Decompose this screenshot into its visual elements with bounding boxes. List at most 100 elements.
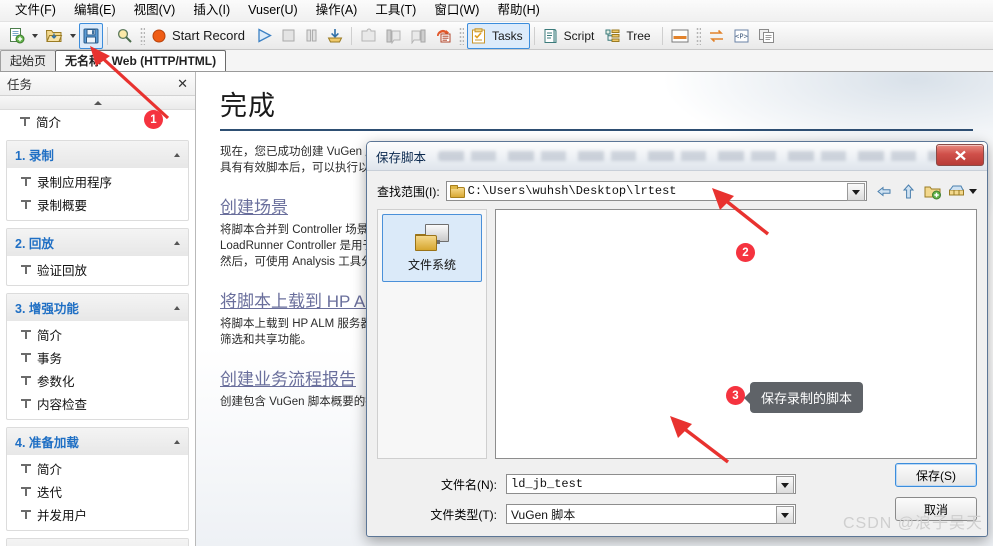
chevron-up-icon[interactable] bbox=[174, 152, 180, 157]
parameter-tag-icon: <P> bbox=[734, 29, 749, 42]
pin-icon bbox=[21, 463, 31, 474]
place-file-system[interactable]: 文件系统 bbox=[382, 214, 482, 282]
back-button[interactable] bbox=[876, 183, 893, 200]
create-new-folder-button[interactable] bbox=[924, 183, 941, 200]
sidebar-item-concurrent-users[interactable]: 并发用户 bbox=[7, 503, 188, 526]
sidebar-item-label: 并发用户 bbox=[37, 509, 88, 523]
task-group-header[interactable]: 3. 增强功能 bbox=[7, 294, 188, 321]
menu-window[interactable]: 窗口(W) bbox=[425, 1, 488, 20]
split-view-button[interactable] bbox=[667, 23, 693, 49]
open-script-dropdown-icon[interactable] bbox=[70, 33, 76, 38]
copy-snapshot-button[interactable] bbox=[754, 23, 779, 49]
tab-start-page[interactable]: 起始页 bbox=[0, 50, 57, 71]
tree-icon bbox=[605, 28, 620, 44]
look-in-dropdown-button[interactable] bbox=[847, 183, 865, 201]
tree-view-button[interactable]: Tree bbox=[601, 23, 657, 49]
sidebar-item-record-app[interactable]: 录制应用程序 bbox=[7, 170, 188, 193]
menu-edit[interactable]: 编辑(E) bbox=[65, 1, 125, 20]
pin-icon bbox=[21, 375, 31, 386]
dialog-nav-icons bbox=[876, 183, 977, 200]
filetype-label: 文件类型(T): bbox=[430, 507, 497, 522]
task-group-header[interactable]: 1. 录制 bbox=[7, 141, 188, 168]
toolbar-separator-4 bbox=[661, 26, 663, 45]
runtime-settings-icon bbox=[436, 29, 451, 42]
new-script-button[interactable] bbox=[4, 23, 29, 49]
toolbar-separator-2 bbox=[350, 26, 352, 45]
menu-help[interactable]: 帮助(H) bbox=[488, 1, 548, 20]
file-list[interactable] bbox=[495, 209, 977, 459]
sidebar-item-content-check[interactable]: 内容检查 bbox=[7, 392, 188, 415]
sidebar-item-prepare-intro[interactable]: 简介 bbox=[7, 457, 188, 480]
toolbar-grip-2[interactable] bbox=[458, 26, 464, 45]
view-menu-chevron-down-icon[interactable] bbox=[969, 188, 977, 194]
dialog-close-button[interactable] bbox=[936, 144, 984, 166]
tasks-view-button[interactable]: Tasks bbox=[466, 22, 530, 49]
swap-button[interactable] bbox=[704, 23, 729, 49]
chevron-up-icon[interactable] bbox=[174, 439, 180, 444]
tab-untitled-web[interactable]: 无名称 - Web (HTTP/HTML) bbox=[55, 50, 227, 71]
sidebar-item-iteration[interactable]: 迭代 bbox=[7, 480, 188, 503]
task-group-prepare-load: 4. 准备加载 简介 迭代 并发用户 bbox=[6, 427, 189, 531]
save-script-button[interactable] bbox=[79, 22, 103, 49]
filename-value: ld_jb_test bbox=[511, 477, 584, 491]
sidebar-item-parameterization[interactable]: 参数化 bbox=[7, 369, 188, 392]
pause-button[interactable] bbox=[300, 23, 323, 49]
menu-view[interactable]: 视图(V) bbox=[125, 1, 185, 20]
up-one-level-button[interactable] bbox=[900, 183, 917, 200]
insert-transaction-button[interactable] bbox=[406, 23, 431, 49]
script-view-button[interactable]: Script bbox=[539, 23, 602, 49]
insert-rendezvous-button[interactable] bbox=[381, 23, 406, 49]
folder-body-shape bbox=[415, 234, 437, 251]
menu-file[interactable]: 文件(F) bbox=[6, 1, 65, 20]
filetype-dropdown-button[interactable] bbox=[776, 506, 794, 524]
runtime-settings-button[interactable] bbox=[431, 23, 456, 49]
start-record-button[interactable]: Start Record bbox=[148, 23, 252, 49]
sidebar-item-label: 迭代 bbox=[37, 486, 63, 500]
look-in-label: 查找范围(I): bbox=[377, 184, 440, 199]
filename-row: 文件名(N): ld_jb_test bbox=[377, 473, 977, 495]
sidebar-item-record-summary[interactable]: 录制概要 bbox=[7, 193, 188, 216]
new-script-dropdown-icon[interactable] bbox=[32, 33, 38, 38]
task-group-header[interactable]: 5. 完成 bbox=[7, 539, 188, 546]
views-icon bbox=[949, 185, 964, 195]
pin-icon bbox=[21, 264, 31, 275]
search-icon bbox=[117, 28, 132, 43]
task-group-title: 2. 回放 bbox=[15, 237, 54, 251]
toolbar-separator-3 bbox=[533, 26, 535, 45]
save-button[interactable]: 保存(S) bbox=[895, 463, 977, 487]
task-pane-scroll-up[interactable] bbox=[0, 96, 195, 110]
chevron-up-icon[interactable] bbox=[174, 305, 180, 310]
toolbar-grip-3[interactable] bbox=[695, 26, 701, 45]
view-menu-button[interactable] bbox=[948, 183, 965, 200]
look-in-combo[interactable]: C:\Users\wuhsh\Desktop\lrtest bbox=[445, 181, 867, 201]
find-button[interactable] bbox=[112, 23, 137, 49]
split-pane-icon bbox=[671, 29, 689, 42]
task-group-header[interactable]: 2. 回放 bbox=[7, 229, 188, 256]
menu-insert[interactable]: 插入(I) bbox=[184, 1, 239, 20]
open-script-button[interactable] bbox=[41, 23, 67, 49]
filename-dropdown-button[interactable] bbox=[776, 476, 794, 494]
toolbar-grip-1[interactable] bbox=[140, 26, 145, 45]
svg-text:<P>: <P> bbox=[735, 32, 748, 40]
filename-input[interactable]: ld_jb_test bbox=[506, 474, 796, 494]
task-group-items: 简介 事务 参数化 内容检查 bbox=[7, 321, 188, 419]
menu-tools[interactable]: 工具(T) bbox=[366, 1, 425, 20]
close-icon[interactable]: ✕ bbox=[177, 77, 188, 90]
sidebar-item-verify-replay[interactable]: 验证回放 bbox=[7, 258, 188, 281]
download-button[interactable] bbox=[323, 23, 347, 49]
menu-vuser[interactable]: Vuser(U) bbox=[239, 1, 307, 20]
filetype-select[interactable]: VuGen 脚本 bbox=[506, 504, 796, 524]
insert-step-button[interactable] bbox=[356, 23, 381, 49]
stop-button[interactable] bbox=[277, 23, 300, 49]
pin-icon bbox=[20, 116, 30, 127]
parameter-button[interactable]: <P> bbox=[729, 23, 754, 49]
run-button[interactable] bbox=[252, 23, 277, 49]
sidebar-item-label: 录制概要 bbox=[37, 199, 88, 213]
menu-action[interactable]: 操作(A) bbox=[307, 1, 367, 20]
sidebar-item-enhance-intro[interactable]: 简介 bbox=[7, 323, 188, 346]
filetype-value: VuGen 脚本 bbox=[511, 507, 576, 522]
task-group-header[interactable]: 4. 准备加载 bbox=[7, 428, 188, 455]
places-bar: 文件系统 bbox=[377, 209, 487, 459]
sidebar-item-transaction[interactable]: 事务 bbox=[7, 346, 188, 369]
chevron-up-icon[interactable] bbox=[174, 240, 180, 245]
